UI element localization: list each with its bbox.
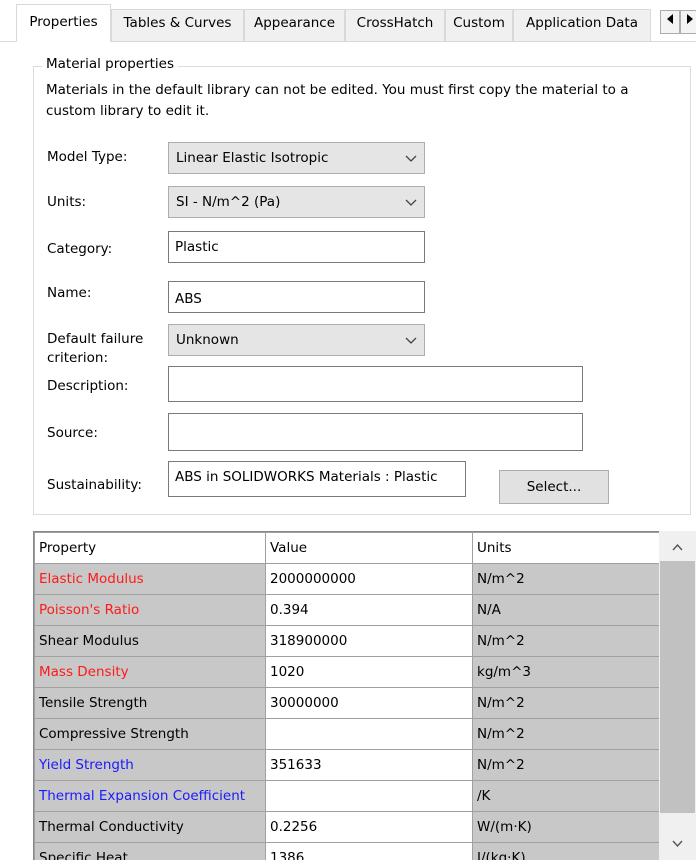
properties-table: Property Value Units Elastic Modulus 2000…	[33, 531, 696, 860]
name-field[interactable]: ABS	[168, 281, 425, 313]
units-cell: J/(kg·K)	[472, 842, 661, 860]
value-cell[interactable]: 351633	[265, 749, 473, 781]
model-type-dropdown[interactable]: Linear Elastic Isotropic	[168, 142, 425, 174]
table-row[interactable]: Thermal Expansion Coefficient/K	[34, 780, 661, 812]
units-cell: N/m^2	[472, 563, 661, 595]
tab-bar: Properties Tables & Curves Appearance Cr…	[0, 0, 696, 42]
triangle-right-icon	[687, 14, 693, 24]
property-cell: Mass Density	[34, 656, 266, 688]
tab-application-data[interactable]: Application Data	[513, 9, 651, 41]
units-cell: N/A	[472, 594, 661, 626]
table-vertical-scrollbar[interactable]	[659, 531, 696, 860]
table-row[interactable]: Elastic Modulus 2000000000 N/m^2	[34, 563, 661, 595]
sustainability-field[interactable]: ABS in SOLIDWORKS Materials : Plastic	[168, 461, 466, 497]
failure-criterion-dropdown[interactable]: Unknown	[168, 324, 425, 356]
value-cell[interactable]: 0.2256	[265, 811, 473, 843]
table-row[interactable]: Mass Density 1020 kg/m^3	[34, 656, 661, 688]
category-value: Plastic	[175, 239, 219, 255]
source-label: Source:	[47, 425, 98, 441]
scrollbar-thumb[interactable]	[660, 561, 695, 813]
property-cell: Elastic Modulus	[34, 563, 266, 595]
name-value: ABS	[175, 291, 202, 307]
failure-criterion-label: Default failure criterion:	[47, 331, 144, 366]
units-label: Units:	[47, 194, 87, 210]
units-cell: kg/m^3	[472, 656, 661, 688]
chevron-down-icon	[405, 337, 417, 344]
units-dropdown[interactable]: SI - N/m^2 (Pa)	[168, 186, 425, 218]
units-value: SI - N/m^2 (Pa)	[176, 194, 281, 210]
category-field[interactable]: Plastic	[168, 231, 425, 263]
value-cell[interactable]: 30000000	[265, 687, 473, 719]
header-property[interactable]: Property	[34, 532, 266, 564]
name-label: Name:	[47, 285, 92, 301]
table-row[interactable]: Shear Modulus 318900000 N/m^2	[34, 625, 661, 657]
tab-custom[interactable]: Custom	[445, 9, 513, 41]
header-value[interactable]: Value	[265, 532, 473, 564]
model-type-value: Linear Elastic Isotropic	[176, 150, 329, 166]
group-title: Material properties	[42, 56, 179, 72]
property-cell: Tensile Strength	[34, 687, 266, 719]
table-row[interactable]: Tensile Strength 30000000 N/m^2	[34, 687, 661, 719]
select-button[interactable]: Select...	[499, 470, 609, 504]
model-type-label: Model Type:	[47, 149, 128, 165]
property-cell: Thermal Expansion Coefficient	[34, 780, 266, 812]
value-cell[interactable]: 318900000	[265, 625, 473, 657]
property-cell: Thermal Conductivity	[34, 811, 266, 843]
chevron-down-icon	[405, 199, 417, 206]
units-cell: N/m^2	[472, 718, 661, 750]
header-units[interactable]: Units	[472, 532, 661, 564]
units-cell: W/(m·K)	[472, 811, 661, 843]
failure-criterion-value: Unknown	[176, 332, 239, 348]
tab-scroll-left-button[interactable]	[660, 10, 680, 34]
sustainability-label: Sustainability:	[47, 477, 142, 493]
scroll-up-icon[interactable]	[671, 541, 684, 554]
value-cell[interactable]: 0.394	[265, 594, 473, 626]
sustainability-value: ABS in SOLIDWORKS Materials : Plastic	[175, 469, 438, 485]
description-field[interactable]	[168, 366, 583, 402]
units-cell: N/m^2	[472, 625, 661, 657]
description-label: Description:	[47, 378, 129, 394]
property-cell: Compressive Strength	[34, 718, 266, 750]
units-cell: N/m^2	[472, 749, 661, 781]
table-header-row: Property Value Units	[34, 532, 661, 564]
tab-scroll-right-button[interactable]	[680, 10, 696, 34]
tab-crosshatch[interactable]: CrossHatch	[345, 9, 445, 41]
tab-tables-curves[interactable]: Tables & Curves	[111, 9, 244, 41]
tab-properties[interactable]: Properties	[16, 4, 111, 42]
units-cell: /K	[472, 780, 661, 812]
table-row[interactable]: Thermal Conductivity 0.2256 W/(m·K)	[34, 811, 661, 843]
property-cell: Shear Modulus	[34, 625, 266, 657]
chevron-down-icon	[405, 155, 417, 162]
value-cell[interactable]: 2000000000	[265, 563, 473, 595]
property-cell: Poisson's Ratio	[34, 594, 266, 626]
tab-appearance[interactable]: Appearance	[244, 9, 345, 41]
table-row[interactable]: Specific Heat 1386 J/(kg·K)	[34, 842, 661, 860]
scroll-down-icon[interactable]	[671, 837, 684, 850]
edit-notice: Materials in the default library can not…	[46, 82, 629, 119]
value-cell[interactable]	[265, 780, 473, 812]
table-row[interactable]: Compressive Strength N/m^2	[34, 718, 661, 750]
property-cell: Yield Strength	[34, 749, 266, 781]
triangle-left-icon	[667, 14, 673, 24]
value-cell[interactable]: 1386	[265, 842, 473, 860]
properties-grid: Property Value Units Elastic Modulus 2000…	[34, 532, 661, 860]
property-cell: Specific Heat	[34, 842, 266, 860]
source-field[interactable]	[168, 413, 583, 451]
table-row[interactable]: Poisson's Ratio 0.394 N/A	[34, 594, 661, 626]
table-row[interactable]: Yield Strength 351633 N/m^2	[34, 749, 661, 781]
units-cell: N/m^2	[472, 687, 661, 719]
value-cell[interactable]	[265, 718, 473, 750]
category-label: Category:	[47, 241, 113, 257]
value-cell[interactable]: 1020	[265, 656, 473, 688]
